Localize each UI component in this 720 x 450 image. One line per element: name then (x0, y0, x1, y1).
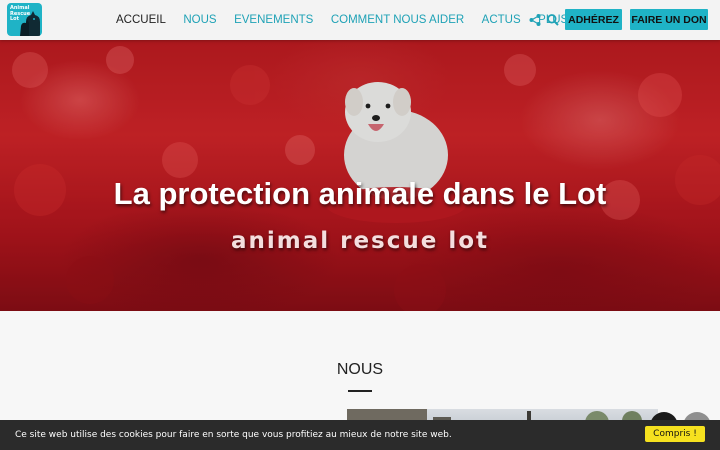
cookie-text: Ce site web utilise des cookies pour fai… (15, 430, 452, 440)
hero-subtitle: animal rescue lot (230, 228, 490, 254)
search-icon[interactable] (546, 13, 560, 27)
nav-evenements[interactable]: EVENEMENTS (234, 14, 313, 26)
cookie-banner: Ce site web utilise des cookies pour fai… (0, 420, 720, 450)
site-header: Animal Rescue Lot ACCUEIL NOUS EVENEMENT… (0, 0, 720, 40)
nav-accueil[interactable]: ACCUEIL (116, 14, 166, 26)
site-logo[interactable]: Animal Rescue Lot (7, 3, 42, 36)
donate-button[interactable]: FAIRE UN DON (630, 9, 708, 30)
nav-actus[interactable]: ACTUS (482, 14, 521, 26)
join-button[interactable]: ADHÉREZ (565, 9, 622, 30)
nav-nous[interactable]: NOUS (183, 14, 216, 26)
section-title: NOUS (336, 361, 384, 378)
cookie-accept-button[interactable]: Compris ! (645, 426, 705, 442)
share-icon[interactable] (528, 13, 542, 27)
dog-cat-logo-icon (20, 11, 40, 36)
section-divider (348, 390, 372, 392)
nav-comment-nous-aider[interactable]: COMMENT NOUS AIDER (331, 14, 464, 26)
hero-title: La protection animale dans le Lot (113, 176, 607, 211)
main-nav: ACCUEIL NOUS EVENEMENTS COMMENT NOUS AID… (116, 0, 595, 40)
